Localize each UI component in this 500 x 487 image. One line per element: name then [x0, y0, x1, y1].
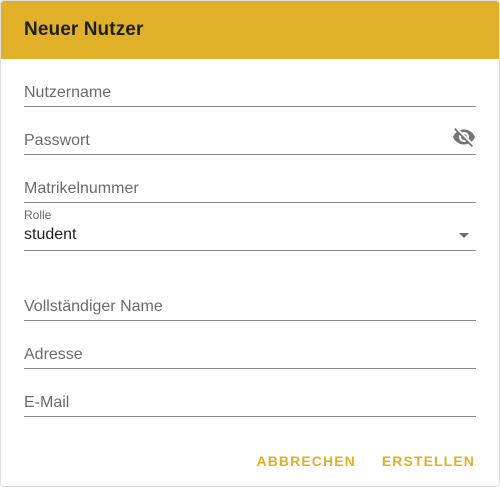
dialog-header: Neuer Nutzer — [1, 1, 499, 59]
role-select[interactable]: Rolle student — [24, 208, 476, 251]
password-underline — [24, 154, 476, 155]
matriculation-underline — [24, 202, 476, 203]
role-value: student — [24, 226, 77, 243]
role-underline — [24, 250, 476, 251]
username-input[interactable] — [24, 81, 476, 105]
full-name-field — [24, 291, 476, 321]
email-underline — [24, 416, 476, 417]
address-underline — [24, 368, 476, 369]
password-field — [24, 125, 476, 155]
create-button[interactable]: ERSTELLEN — [382, 453, 475, 469]
matriculation-field — [24, 173, 476, 203]
email-field — [24, 387, 476, 417]
full-name-input[interactable] — [24, 295, 476, 319]
address-input[interactable] — [24, 343, 476, 367]
email-input[interactable] — [24, 391, 476, 415]
role-label: Rolle — [24, 208, 52, 222]
visibility-off-icon[interactable] — [452, 125, 476, 149]
matriculation-input[interactable] — [24, 177, 476, 201]
cancel-button[interactable]: ABBRECHEN — [257, 453, 356, 469]
address-field — [24, 339, 476, 369]
username-field — [24, 77, 476, 107]
password-input[interactable] — [24, 129, 444, 153]
username-underline — [24, 106, 476, 107]
new-user-dialog: Neuer Nutzer Rolle student AB — [0, 0, 500, 487]
dropdown-arrow-icon — [459, 233, 469, 238]
full-name-underline — [24, 320, 476, 321]
dialog-title: Neuer Nutzer — [24, 19, 144, 40]
dialog-actions: ABBRECHEN ERSTELLEN — [257, 453, 476, 469]
